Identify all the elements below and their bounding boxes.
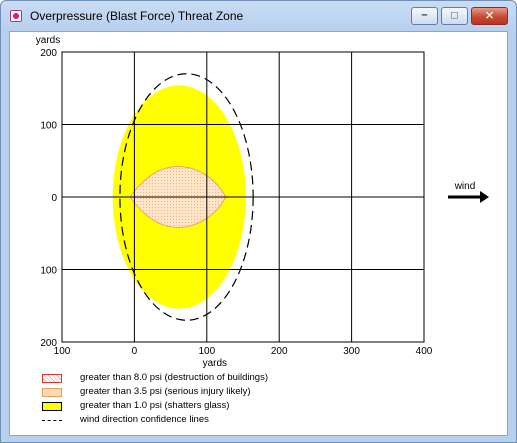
- chart-area: 100 0 100 200 300 400 200 100 0 100 200 yards yards …: [9, 31, 508, 436]
- y-tick-label: 100: [40, 266, 57, 277]
- window-title: Overpressure (Blast Force) Threat Zone: [30, 9, 244, 23]
- legend-swatch-8psi: [42, 374, 62, 383]
- wind-label: wind: [454, 181, 476, 192]
- legend-label: wind direction confidence lines: [80, 414, 209, 425]
- wind-arrow-icon: [480, 191, 489, 203]
- legend-swatch-1psi: [42, 402, 62, 411]
- x-tick-label: 400: [416, 346, 433, 357]
- y-tick-label: 100: [40, 121, 57, 132]
- x-tick-label: 200: [271, 346, 288, 357]
- x-tick-label: 100: [198, 346, 215, 357]
- legend-label: greater than 1.0 psi (shatters glass): [80, 400, 230, 411]
- app-icon[interactable]: [10, 10, 22, 22]
- app-window: Overpressure (Blast Force) Threat Zone −…: [0, 0, 517, 443]
- title-bar[interactable]: Overpressure (Blast Force) Threat Zone −…: [1, 1, 516, 31]
- x-tick-label: 300: [343, 346, 360, 357]
- legend-label: greater than 8.0 psi (destruction of bui…: [80, 372, 268, 383]
- close-button[interactable]: ✕: [471, 7, 508, 25]
- minimize-icon: −: [421, 9, 428, 22]
- minimize-button[interactable]: −: [411, 7, 438, 25]
- maximize-icon: □: [451, 9, 458, 22]
- close-icon: ✕: [484, 8, 495, 23]
- maximize-button[interactable]: □: [441, 7, 468, 25]
- legend-label: greater than 3.5 psi (serious injury lik…: [80, 386, 251, 397]
- y-tick-label: 0: [51, 193, 57, 204]
- x-tick-label: 0: [132, 346, 138, 357]
- legend-swatch-dashed: [42, 420, 62, 421]
- x-axis-label: yards: [203, 358, 227, 369]
- y-tick-label: 200: [40, 48, 57, 59]
- y-axis-label: yards: [36, 35, 60, 46]
- legend-swatch-3-5psi: [42, 388, 62, 397]
- y-tick-label: 200: [40, 338, 57, 349]
